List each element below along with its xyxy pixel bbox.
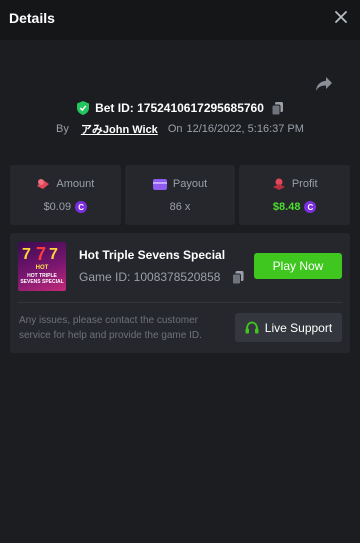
headset-icon [245, 321, 259, 333]
live-support-label: Live Support [264, 320, 333, 335]
copy-icon[interactable] [271, 101, 283, 115]
profit-value: $8.48 [272, 201, 301, 213]
coin-icon: C [304, 201, 317, 213]
modal-header: Details [0, 0, 360, 40]
profit-label: Profit [291, 178, 318, 190]
thumbnail-hot-text: HOT [35, 265, 49, 271]
game-id: Game ID: 1008378520858 [79, 270, 244, 284]
game-title: Hot Triple Sevens Special [79, 248, 226, 262]
live-support-button[interactable]: Live Support [235, 313, 342, 342]
bet-id: Bet ID: 1752410617295685760 [95, 101, 264, 115]
payout-label: Payout [172, 178, 208, 190]
profit-stat: Profit $8.48 C [239, 165, 351, 225]
coins-icon [272, 178, 285, 190]
copy-icon[interactable] [232, 271, 244, 284]
close-icon[interactable] [334, 10, 348, 24]
username-link[interactable]: アみJohn Wick [81, 121, 158, 137]
game-card: 777 HOT HOT TRIPLE SEVENS SPECIAL Hot Tr… [10, 233, 350, 353]
bet-meta-row: By アみJohn Wick On 12/16/2022, 5:16:37 PM [0, 121, 360, 137]
play-now-button[interactable]: Play Now [254, 253, 342, 279]
amount-label: Amount [56, 178, 95, 190]
coin-icon: C [75, 201, 88, 213]
amount-value: $0.09 [43, 201, 72, 213]
thumbnail-title-text: HOT TRIPLE SEVENS SPECIAL [20, 273, 64, 285]
payout-stat: Payout 86 x [124, 165, 236, 225]
wallet-icon [152, 178, 167, 190]
amount-stat: Amount $0.09 C [10, 165, 121, 225]
payout-value: 86 x [169, 201, 191, 213]
game-thumbnail[interactable]: 777 HOT HOT TRIPLE SEVENS SPECIAL [18, 242, 66, 291]
divider [18, 302, 342, 303]
support-notice: Any issues, please contact the customer … [19, 315, 202, 341]
bet-timestamp: 12/16/2022, 5:16:37 PM [186, 123, 304, 135]
by-label: By [56, 123, 69, 135]
shield-check-icon [77, 101, 90, 115]
bet-id-row: Bet ID: 1752410617295685760 [0, 99, 360, 117]
bet-stats: Amount $0.09 C Payout 86 x Profit $8.48 … [10, 165, 351, 225]
bet-chips-icon [37, 179, 50, 189]
share-icon[interactable] [315, 76, 333, 92]
on-label: On [167, 123, 183, 135]
modal-title: Details [9, 10, 55, 26]
game-id-text: Game ID: 1008378520858 [79, 270, 221, 284]
